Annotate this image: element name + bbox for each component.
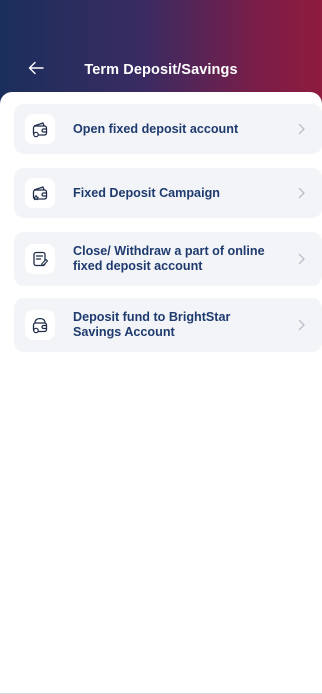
arrow-left-icon [28, 61, 44, 80]
menu-item-label: Deposit fund to BrightStar Savings Accou… [73, 310, 231, 339]
menu-item-label: Open fixed deposit account [73, 121, 239, 136]
menu-item-label: Close/ Withdraw a part of online fixed d… [73, 244, 265, 273]
menu-item-fixed-deposit-campaign[interactable]: Fixed Deposit Campaign [14, 168, 322, 218]
header-bar: Term Deposit/Savings [0, 50, 322, 90]
chevron-right-icon [296, 185, 308, 201]
menu-item-deposit-savings[interactable]: Deposit fund to BrightStar Savings Accou… [14, 298, 322, 352]
document-edit-icon [25, 244, 55, 274]
chevron-right-icon [296, 121, 308, 137]
page-title: Term Deposit/Savings [84, 62, 238, 78]
chevron-right-icon [296, 251, 308, 267]
wallet-sparkle-icon [25, 178, 55, 208]
menu-list: Open fixed deposit account Fixed Deposit… [14, 104, 322, 362]
chevron-right-icon [296, 317, 308, 333]
menu-item-label: Fixed Deposit Campaign [73, 185, 220, 200]
menu-item-open-fixed-deposit[interactable]: Open fixed deposit account [14, 104, 322, 154]
back-button[interactable] [22, 58, 50, 82]
term-deposit-screen: Term Deposit/Savings Open fixed deposit … [0, 0, 322, 694]
menu-item-close-withdraw-fixed-deposit[interactable]: Close/ Withdraw a part of online fixed d… [14, 232, 322, 286]
piggy-wallet-icon [25, 310, 55, 340]
wallet-coins-icon [25, 114, 55, 144]
content-sheet: Open fixed deposit account Fixed Deposit… [0, 92, 322, 694]
